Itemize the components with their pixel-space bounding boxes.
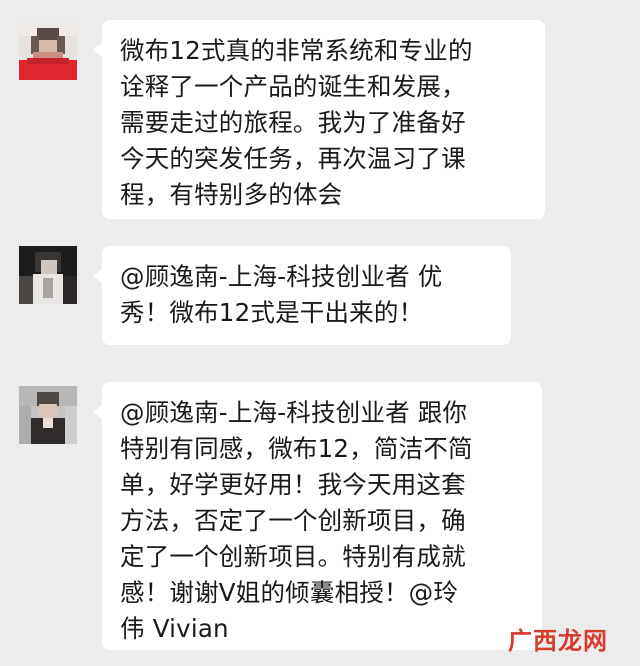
sender-avatar-2[interactable] — [19, 246, 77, 304]
message-bubble-1[interactable]: 微布12式真的非常系统和专业的 诠释了一个产品的诞生和发展， 需要走过的旅程。我… — [93, 20, 545, 219]
site-watermark: 广西龙网 — [508, 627, 608, 655]
message-text-2: @顾逸南-上海-科技创业者 优 秀！微布12式是干出来的！ — [120, 262, 443, 327]
message-bubble-2[interactable]: @顾逸南-上海-科技创业者 优 秀！微布12式是干出来的！ — [93, 246, 511, 345]
sender-avatar-1[interactable] — [19, 22, 77, 80]
message-bubble-3[interactable]: @顾逸南-上海-科技创业者 跟你 特别有同感，微布12，简洁不简 单，好学更好用… — [93, 382, 542, 650]
sender-avatar-3[interactable] — [19, 386, 77, 444]
message-text-1: 微布12式真的非常系统和专业的 诠释了一个产品的诞生和发展， 需要走过的旅程。我… — [120, 36, 473, 209]
message-text-3: @顾逸南-上海-科技创业者 跟你 特别有同感，微布12，简洁不简 单，好学更好用… — [120, 398, 473, 643]
